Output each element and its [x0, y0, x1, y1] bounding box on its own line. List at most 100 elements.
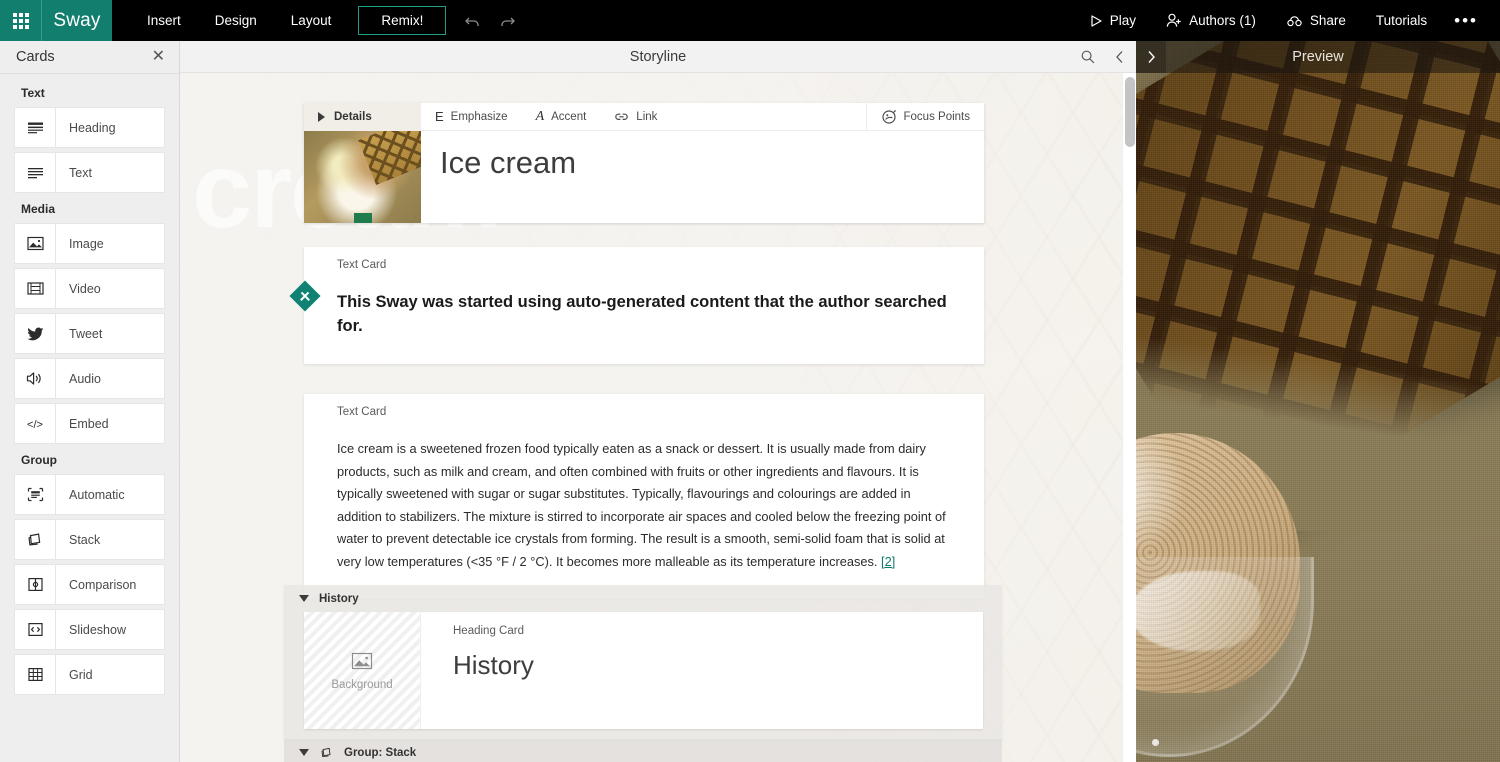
card-item-label: Tweet	[69, 326, 103, 341]
authors-button[interactable]: Authors (1)	[1151, 0, 1271, 41]
card-item-image[interactable]: Image	[14, 223, 165, 264]
card-item-comparison[interactable]: Comparison	[14, 564, 165, 605]
audio-icon	[15, 358, 56, 399]
cards-group-label-text: Text	[21, 86, 45, 100]
reference-link[interactable]: [2]	[881, 554, 895, 569]
accent-button[interactable]: A Accent	[522, 103, 601, 131]
card-item-label: Grid	[69, 667, 93, 682]
card-item-grid[interactable]: Grid	[14, 654, 165, 695]
stem-decor	[353, 213, 372, 223]
top-bar: Sway Insert Design Layout Remix! Play Au…	[0, 0, 1500, 41]
menu-insert[interactable]: Insert	[130, 0, 198, 41]
heading-icon	[15, 107, 56, 148]
cards-panel: Cards ✕ Text Heading Text Media Image Vi…	[0, 41, 180, 762]
card-kind-label: Text Card	[337, 259, 387, 271]
details-toggle[interactable]: Details	[304, 103, 421, 131]
text-card-1-text[interactable]: This Sway was started using auto-generat…	[337, 291, 954, 338]
share-button[interactable]: Share	[1271, 0, 1361, 41]
title-card-thumbnail[interactable]	[304, 131, 421, 223]
focus-points-button[interactable]: Focus Points	[865, 102, 984, 131]
tutorials-button[interactable]: Tutorials	[1361, 0, 1442, 41]
tweet-icon	[15, 313, 56, 354]
redo-icon	[501, 17, 516, 26]
grid-icon	[15, 654, 56, 695]
card-item-label: Stack	[69, 532, 101, 547]
heading-card[interactable]: Background Heading Card History	[304, 612, 983, 729]
cards-panel-header: Cards ✕	[0, 41, 179, 74]
remix-button[interactable]: Remix!	[358, 5, 447, 36]
storyline-scrollbar-thumb[interactable]	[1125, 77, 1135, 147]
emphasize-button[interactable]: E Emphasize	[421, 103, 522, 131]
storyline-header: Storyline	[180, 41, 1136, 73]
link-label: Link	[636, 110, 658, 123]
image-icon	[350, 651, 374, 672]
card-item-label: Embed	[69, 416, 109, 431]
app-launcher-button[interactable]	[0, 0, 41, 41]
heading-card-title[interactable]: History	[421, 637, 983, 681]
more-options-button[interactable]: •••	[1442, 0, 1494, 41]
card-item-label: Slideshow	[69, 622, 126, 637]
expand-preview-button[interactable]	[1136, 41, 1166, 73]
stack-icon	[319, 745, 334, 760]
preview-title: Preview	[1292, 49, 1344, 65]
preview-header: Preview	[1136, 41, 1500, 73]
stack-group-header[interactable]: Group: Stack	[284, 739, 1002, 762]
authors-icon	[1166, 13, 1181, 27]
slideshow-icon	[15, 609, 56, 650]
text-card-1[interactable]: Text Card This Sway was started using au…	[304, 247, 984, 365]
emphasize-label: Emphasize	[450, 110, 508, 123]
chevron-down-icon	[299, 749, 309, 756]
card-item-tweet[interactable]: Tweet	[14, 313, 165, 354]
menu-design[interactable]: Design	[198, 0, 274, 41]
close-icon[interactable]: ✕	[152, 49, 165, 65]
title-card-thumb-column: Details	[304, 103, 421, 223]
history-group-header[interactable]: History	[284, 585, 1002, 612]
card-item-label: Audio	[69, 371, 101, 386]
image-icon	[15, 223, 56, 264]
accent-glyph: A	[535, 108, 545, 124]
focus-points-icon	[881, 109, 897, 125]
text-card-2-paragraph: Ice cream is a sweetened frozen food typ…	[337, 441, 946, 569]
sway-title-text[interactable]: Ice cream	[421, 131, 984, 181]
link-button[interactable]: Link	[600, 103, 671, 131]
accent-label: Accent	[551, 110, 587, 123]
card-item-label: Automatic	[69, 487, 125, 502]
redo-button[interactable]	[490, 0, 524, 41]
stack-icon	[15, 519, 56, 560]
card-item-stack[interactable]: Stack	[14, 519, 165, 560]
history-group[interactable]: History Background Heading Card History	[284, 585, 1002, 741]
text-card-2[interactable]: Text Card Ice cream is a sweetened froze…	[304, 394, 984, 600]
undo-button[interactable]	[456, 0, 490, 41]
video-icon	[15, 268, 56, 309]
card-item-label: Heading	[69, 120, 116, 135]
card-item-automatic[interactable]: Automatic	[14, 474, 165, 515]
card-item-audio[interactable]: Audio	[14, 358, 165, 399]
card-item-embed[interactable]: </> Embed	[14, 403, 165, 444]
link-icon	[614, 111, 629, 123]
card-item-video[interactable]: Video	[14, 268, 165, 309]
text-card-2-text[interactable]: Ice cream is a sweetened frozen food typ…	[337, 438, 954, 573]
play-button[interactable]: Play	[1074, 0, 1151, 41]
menu-layout[interactable]: Layout	[274, 0, 349, 41]
waffle-decor	[358, 131, 421, 185]
card-item-label: Text	[69, 165, 92, 180]
card-item-heading[interactable]: Heading	[14, 107, 165, 148]
authors-label: Authors (1)	[1189, 13, 1256, 28]
storyline-title: Storyline	[629, 48, 687, 65]
card-item-label: Image	[69, 236, 104, 251]
heading-card-background-picker[interactable]: Background	[304, 612, 421, 729]
text-card-1-body: This Sway was started using auto-generat…	[304, 271, 984, 364]
brand-logo[interactable]: Sway	[41, 0, 112, 41]
title-card[interactable]: Details E Emphasize A Accent Link Focus …	[304, 102, 984, 223]
title-card-main: E Emphasize A Accent Link Focus Points I…	[421, 102, 984, 223]
tutorials-label: Tutorials	[1375, 13, 1428, 28]
card-item-label: Video	[69, 281, 101, 296]
card-item-slideshow[interactable]: Slideshow	[14, 609, 165, 650]
heading-card-main: Heading Card History	[421, 612, 983, 729]
cards-panel-body: Text Heading Text Media Image Video Twee…	[0, 74, 179, 762]
cards-panel-title: Cards	[16, 49, 55, 65]
card-item-text[interactable]: Text	[14, 152, 165, 193]
preview-image[interactable]	[1136, 41, 1500, 762]
storyline-scrollbar[interactable]	[1122, 73, 1136, 762]
chevron-right-icon	[1148, 51, 1155, 63]
